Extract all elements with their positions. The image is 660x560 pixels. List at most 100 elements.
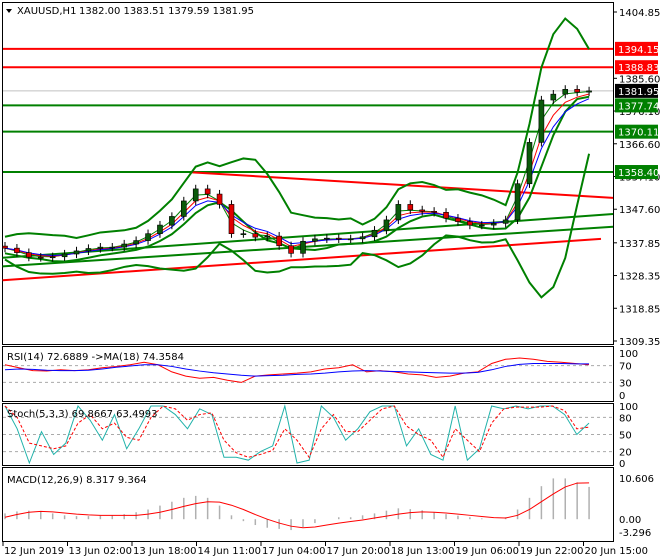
candle-body — [73, 250, 80, 255]
candle-body — [2, 245, 8, 249]
symbol-label: XAUUSD,H1 — [17, 6, 76, 17]
price-panel[interactable]: XAUUSD,H1 1382.00 1383.51 1379.59 1381.9… — [2, 2, 660, 349]
time-tick-label: 18 Jun 13:00 — [391, 546, 455, 557]
stoch-title: Stoch(5,3,3) 69.8667 63.4993 — [7, 409, 158, 420]
time-tick-label: 14 Jun 11:00 — [198, 546, 262, 557]
candle-body — [252, 233, 259, 238]
level-badge-label: 1388.83 — [618, 63, 659, 74]
candle-body — [359, 236, 366, 240]
candle-body — [228, 204, 235, 234]
candle-body — [562, 89, 569, 95]
candle-body — [49, 256, 56, 259]
macd-panel[interactable]: 10.606 0.00 -3.296 MACD(12,26,9) 8.317 9.3… — [2, 467, 655, 542]
rsi-title: RSI(14) 72.6889 ->MA(18) 74.3584 — [7, 352, 184, 363]
time-tick-label: 17 Jun 20:00 — [327, 546, 391, 557]
axis-tick-label: 100 — [619, 402, 638, 413]
axis-tick-label: 80 — [619, 413, 632, 424]
candle-body — [550, 93, 557, 101]
time-tick-label: 19 Jun 06:00 — [456, 546, 520, 557]
candle-body — [443, 212, 449, 219]
candle-body — [37, 256, 44, 259]
macd-title: MACD(12,26,9) 8.317 9.364 — [7, 475, 147, 486]
axis-tick-label: 30 — [619, 378, 632, 389]
time-tick-label: 13 Jun 18:00 — [133, 546, 197, 557]
price-tick-label: 1337.85 — [619, 239, 660, 250]
rsi-panel[interactable]: 100 70 30 0 RSI(14) 72.6889 ->MA(18) 74.358… — [2, 346, 639, 403]
candle-body — [467, 221, 473, 226]
candle-body — [216, 193, 223, 205]
level-badge-label: 1370.11 — [618, 128, 659, 139]
axis-tick-label: 0 — [619, 391, 625, 402]
time-tick-label: 17 Jun 04:00 — [262, 546, 326, 557]
candle-body — [181, 200, 187, 217]
candle-body — [145, 233, 151, 241]
time-tick-label: 19 Jun 22:00 — [520, 546, 584, 557]
candle-body — [157, 224, 163, 234]
candle-body — [288, 245, 294, 254]
time-axis: 12 Jun 2019 13 Jun 02:00 13 Jun 18:00 14 Ju… — [2, 542, 649, 557]
level-badge-label: 1377.74 — [618, 101, 659, 112]
candle-body — [312, 238, 318, 242]
time-tick-label: 12 Jun 2019 — [4, 546, 64, 557]
candle-body — [109, 246, 116, 249]
ohlc-label: 1382.00 1383.51 1379.59 1381.95 — [79, 6, 254, 17]
candle-body — [431, 210, 437, 213]
axis-tick-label: 0.00 — [619, 515, 641, 526]
stoch-panel[interactable]: 10080 50 200 Stoch(5,3,3) 69.8667 63.4993 — [2, 402, 639, 470]
candle-body — [204, 188, 211, 195]
price-tick-label: 1347.60 — [619, 205, 660, 216]
level-badge-label: 1358.40 — [618, 168, 659, 179]
axis-tick-label: 0 — [619, 459, 625, 470]
candle-body — [335, 237, 342, 240]
candle-body — [169, 216, 175, 226]
axis-tick-label: 100 — [619, 349, 638, 360]
price-tick-label: 1318.85 — [619, 304, 660, 315]
trading-chart[interactable]: XAUUSD,H1 1382.00 1383.51 1379.59 1381.9… — [0, 0, 660, 560]
candle-body — [240, 233, 247, 235]
axis-tick-label: 70 — [619, 362, 632, 373]
candle-body — [395, 204, 402, 221]
candle-body — [192, 188, 199, 202]
candle-body — [574, 89, 580, 93]
candle — [228, 200, 235, 238]
candle-body — [407, 204, 414, 211]
time-tick-label: 20 Jun 15:00 — [585, 546, 649, 557]
candle-body — [526, 142, 533, 185]
candle-body — [264, 235, 271, 238]
level-badge-label: 1381.95 — [618, 87, 659, 98]
price-tick-label: 1385.60 — [619, 74, 660, 85]
price-tick-label: 1328.35 — [619, 272, 660, 283]
candle-body — [121, 243, 127, 248]
axis-tick-label: 20 — [619, 448, 632, 459]
candle-body — [276, 235, 282, 247]
candle-body — [347, 238, 354, 241]
price-tick-label: 1309.35 — [619, 337, 660, 348]
candle-body — [478, 224, 485, 227]
price-panel-frame — [2, 2, 614, 345]
candle-body — [324, 237, 330, 240]
candle-body — [133, 240, 139, 245]
chart-header: XAUUSD,H1 1382.00 1383.51 1379.59 1381.9… — [6, 6, 254, 17]
price-tick-label: 1366.60 — [619, 140, 660, 151]
candle-body — [490, 223, 497, 226]
price-tick-label: 1404.85 — [619, 8, 660, 19]
candle-body — [455, 217, 461, 222]
candle-body — [300, 240, 306, 254]
candle-body — [61, 253, 68, 258]
candle-body — [383, 219, 390, 231]
candle-body — [14, 247, 20, 253]
candle-body — [26, 252, 32, 258]
level-badge-label: 1394.15 — [618, 45, 659, 56]
candle — [514, 179, 521, 225]
candle — [538, 95, 545, 147]
axis-tick-label: -3.296 — [619, 528, 651, 539]
axis-tick-label: 10.606 — [619, 474, 654, 485]
axis-tick-label: 50 — [619, 431, 632, 442]
candle-body — [85, 248, 92, 252]
time-tick-label: 13 Jun 02:00 — [69, 546, 133, 557]
candle-body — [419, 209, 426, 212]
candle-body — [502, 219, 509, 224]
candle-body — [97, 246, 104, 249]
level-badges: 1394.15 1388.83 1381.95 1377.74 1370.11 1358.… — [615, 41, 659, 180]
candle-body — [514, 183, 521, 221]
